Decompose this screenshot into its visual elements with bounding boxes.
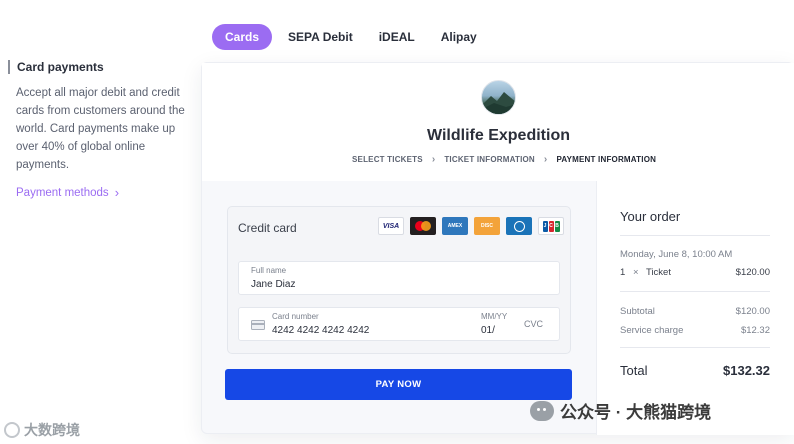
- chevron-right-icon: ›: [543, 154, 548, 165]
- expiry-label: MM/YY: [481, 312, 508, 321]
- tab-sepa-debit[interactable]: SEPA Debit: [278, 24, 363, 50]
- item-quantity: 1: [620, 267, 626, 278]
- service-charge-label: Service charge: [620, 325, 684, 336]
- divider: [620, 235, 770, 236]
- service-charge-value: $12.32: [740, 325, 770, 336]
- item-price: $120.00: [735, 267, 770, 278]
- section-title: Card payments: [8, 60, 188, 74]
- payment-methods-link-label: Payment methods: [16, 186, 109, 199]
- visa-icon: VISA: [378, 217, 404, 235]
- jcb-icon: JCB: [538, 217, 564, 235]
- divider: [620, 291, 770, 292]
- card-number-input[interactable]: 4242 4242 4242 4242: [272, 325, 369, 336]
- card-brands: VISA AMEX DISC JCB: [378, 217, 564, 235]
- credit-card-icon: [251, 320, 265, 330]
- payment-methods-link[interactable]: Payment methods ›: [16, 186, 119, 199]
- section-description: Accept all major debit and credit cards …: [16, 87, 185, 171]
- payment-method-tabs: Cards SEPA Debit iDEAL Alipay: [212, 24, 487, 50]
- step-ticket-information[interactable]: TICKET INFORMATION: [444, 155, 535, 164]
- tab-ideal[interactable]: iDEAL: [369, 24, 425, 50]
- total-row: Total $132.32: [620, 363, 770, 378]
- order-summary: Your order Monday, June 8, 10:00 AM 1 × …: [596, 181, 794, 435]
- order-item: 1 × Ticket $120.00: [620, 267, 770, 278]
- total-label: Total: [620, 363, 648, 378]
- subtotal-label: Subtotal: [620, 306, 655, 317]
- tab-alipay[interactable]: Alipay: [431, 24, 487, 50]
- watermark-right: 公众号 · 大熊猫跨境: [530, 398, 711, 423]
- checkout-panel: Wildlife Expedition SELECT TICKETS › TIC…: [201, 62, 794, 435]
- total-value: $132.32: [723, 363, 770, 378]
- expiry-input[interactable]: 01/: [481, 325, 495, 336]
- step-payment-information[interactable]: PAYMENT INFORMATION: [556, 155, 656, 164]
- chevron-right-icon: ›: [431, 154, 436, 165]
- checkout-steps: SELECT TICKETS › TICKET INFORMATION › PA…: [352, 154, 656, 165]
- order-item-desc: 1 × Ticket: [620, 267, 671, 278]
- full-name-label: Full name: [251, 266, 287, 275]
- service-charge-row: Service charge $12.32: [620, 325, 770, 336]
- credit-card-label: Credit card: [238, 221, 297, 235]
- watermark-left: 大数跨境: [4, 420, 80, 440]
- order-date-text: Monday, June 8, 10:00 AM: [620, 249, 733, 260]
- full-name-value: Jane Diaz: [251, 279, 296, 290]
- step-select-tickets[interactable]: SELECT TICKETS: [352, 155, 423, 164]
- full-name-field[interactable]: Full name Jane Diaz: [238, 261, 560, 295]
- chevron-right-icon: ›: [114, 185, 120, 200]
- wechat-icon: [530, 400, 554, 421]
- watermark-left-text: 大数跨境: [24, 422, 80, 438]
- pay-now-button[interactable]: PAY NOW: [225, 369, 572, 400]
- divider: [620, 347, 770, 348]
- discover-icon: DISC: [474, 217, 500, 235]
- card-details-field[interactable]: Card number 4242 4242 4242 4242 MM/YY 01…: [238, 307, 560, 341]
- tab-cards[interactable]: Cards: [212, 24, 273, 50]
- item-times: ×: [632, 267, 639, 278]
- event-avatar: [481, 80, 516, 115]
- diners-club-icon: [506, 217, 532, 235]
- checkout-header: Wildlife Expedition SELECT TICKETS › TIC…: [202, 63, 794, 181]
- mastercard-icon: [410, 217, 436, 235]
- order-date: Monday, June 8, 10:00 AM: [620, 249, 770, 260]
- card-payments-info: Card payments Accept all major debit and…: [8, 60, 188, 201]
- logo-icon: [4, 422, 20, 438]
- event-title: Wildlife Expedition: [427, 127, 570, 144]
- credit-card-form: Credit card VISA AMEX DISC JCB Full name…: [227, 206, 571, 354]
- order-title: Your order: [620, 209, 681, 224]
- subtotal-value: $120.00: [735, 306, 770, 317]
- watermark-right-text: 公众号 · 大熊猫跨境: [560, 403, 712, 422]
- item-name: Ticket: [645, 267, 671, 278]
- card-number-label: Card number: [272, 312, 319, 321]
- subtotal-row: Subtotal $120.00: [620, 306, 770, 317]
- cvc-input[interactable]: CVC: [524, 319, 543, 329]
- amex-icon: AMEX: [442, 217, 468, 235]
